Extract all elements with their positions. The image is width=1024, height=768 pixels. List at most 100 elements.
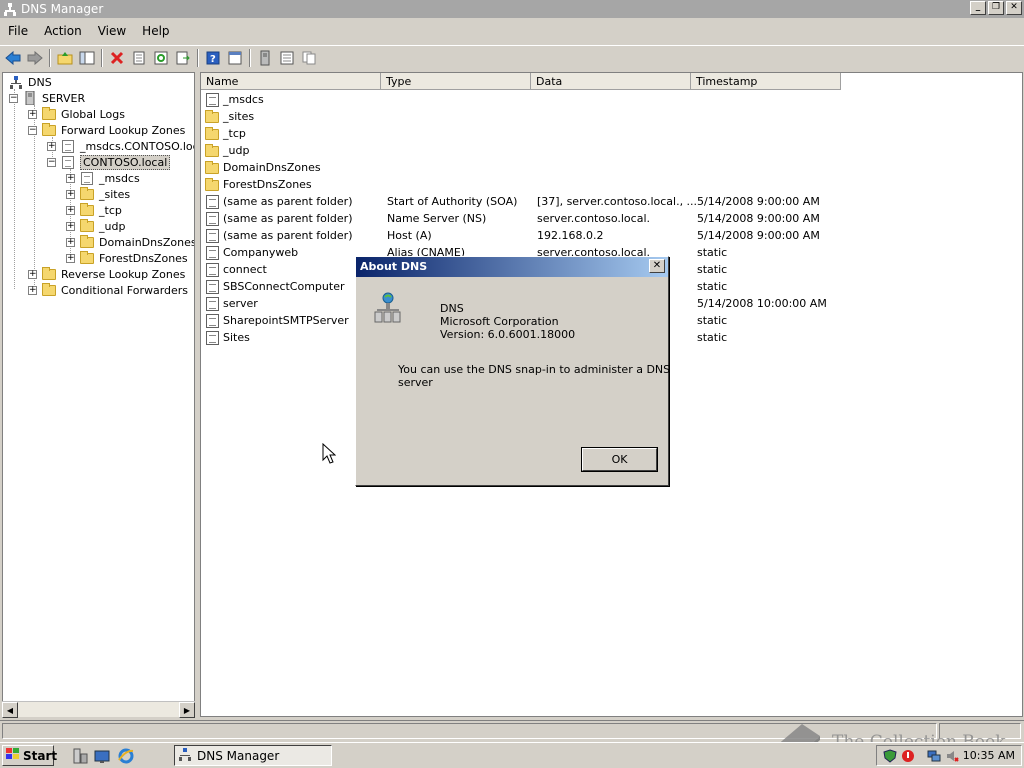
- expand-icon[interactable]: +: [28, 269, 37, 279]
- refresh-icon[interactable]: [150, 47, 172, 69]
- tree-label: _udp: [99, 219, 126, 233]
- server-manager-icon[interactable]: [72, 748, 88, 764]
- list-item[interactable]: _msdcs: [201, 91, 1022, 108]
- list-item[interactable]: ForestDnsZones: [201, 176, 1022, 193]
- tree-node-msdcs-zone[interactable]: + _msdcs.CONTOSO.local: [47, 138, 194, 154]
- tree-label: _msdcs: [99, 171, 140, 185]
- taskbar-dns-manager[interactable]: DNS Manager: [174, 745, 332, 766]
- collapse-icon[interactable]: −: [28, 125, 37, 135]
- list-item[interactable]: (same as parent folder) Start of Authorit…: [201, 193, 1022, 210]
- cell-timestamp: static: [697, 246, 728, 259]
- cell-name: Sites: [223, 331, 250, 344]
- tree-node-forestdnszones[interactable]: + ForestDnsZones: [66, 250, 188, 266]
- security-shield-icon[interactable]: [883, 749, 897, 766]
- tree-node-reverse-zones[interactable]: + Reverse Lookup Zones: [28, 266, 185, 282]
- start-label: Start: [23, 748, 58, 763]
- clock[interactable]: 10:35 AM: [963, 749, 1015, 762]
- column-header-type[interactable]: Type: [381, 73, 531, 90]
- minimize-button[interactable]: _: [970, 1, 986, 15]
- list-item[interactable]: (same as parent folder) Name Server (NS) s…: [201, 210, 1022, 227]
- column-header-data[interactable]: Data: [531, 73, 691, 90]
- list-view-icon[interactable]: [276, 47, 298, 69]
- show-hide-tree-icon[interactable]: [76, 47, 98, 69]
- tree-node-msdcs[interactable]: + _msdcs: [66, 170, 140, 186]
- cell-name: _msdcs: [223, 93, 264, 106]
- svg-text:?: ?: [210, 54, 216, 65]
- restore-button[interactable]: ❐: [988, 1, 1004, 15]
- expand-icon[interactable]: +: [28, 285, 37, 295]
- cell-timestamp: 5/14/2008 9:00:00 AM: [697, 195, 820, 208]
- menu-action[interactable]: Action: [36, 22, 90, 42]
- tree-node-conditional-forwarders[interactable]: + Conditional Forwarders: [28, 282, 188, 298]
- server-icon[interactable]: [254, 47, 276, 69]
- cell-timestamp: static: [697, 280, 728, 293]
- cell-name: (same as parent folder): [223, 195, 353, 208]
- cell-name: SBSConnectComputer: [223, 280, 345, 293]
- list-item[interactable]: _udp: [201, 142, 1022, 159]
- cell-timestamp: 5/14/2008 9:00:00 AM: [697, 212, 820, 225]
- cell-data: [37], server.contoso.local., ...: [537, 195, 698, 208]
- column-header-name[interactable]: Name: [201, 73, 381, 90]
- help-icon[interactable]: ?: [202, 47, 224, 69]
- column-header-timestamp[interactable]: Timestamp: [691, 73, 841, 90]
- taskbar-dns-manager-label: DNS Manager: [197, 748, 280, 763]
- tree-node-server[interactable]: − SERVER: [9, 90, 85, 106]
- close-button[interactable]: ✕: [1006, 1, 1022, 15]
- show-desktop-icon[interactable]: [94, 748, 110, 764]
- scroll-left-icon[interactable]: ◀: [2, 702, 18, 718]
- folder-icon: [41, 122, 57, 137]
- scroll-right-icon[interactable]: ▶: [179, 702, 195, 718]
- expand-icon[interactable]: +: [66, 221, 75, 231]
- list-item[interactable]: _tcp: [201, 125, 1022, 142]
- expand-icon[interactable]: +: [66, 173, 75, 183]
- expand-icon[interactable]: +: [66, 205, 75, 215]
- collapse-icon[interactable]: −: [9, 93, 18, 103]
- menu-help[interactable]: Help: [134, 22, 177, 42]
- copy-icon[interactable]: [298, 47, 320, 69]
- delete-icon[interactable]: [106, 47, 128, 69]
- properties-icon[interactable]: [128, 47, 150, 69]
- volume-icon[interactable]: [945, 749, 959, 766]
- zone-icon: [60, 139, 76, 153]
- collapse-icon[interactable]: −: [47, 157, 56, 167]
- tree-node-domaindnszones[interactable]: + DomainDnsZones: [66, 234, 194, 250]
- tree-node-contoso-zone[interactable]: − CONTOSO.local: [47, 154, 171, 170]
- expand-icon[interactable]: +: [28, 109, 37, 119]
- record-icon: [206, 263, 219, 277]
- folder-icon: [205, 178, 219, 191]
- start-button[interactable]: Start: [2, 745, 58, 766]
- dialog-title: About DNS: [360, 260, 428, 273]
- list-item[interactable]: _sites: [201, 108, 1022, 125]
- mmc-window-icon[interactable]: [224, 47, 246, 69]
- list-item[interactable]: DomainDnsZones: [201, 159, 1022, 176]
- record-icon: [206, 195, 219, 209]
- list-item[interactable]: (same as parent folder) Host (A) 192.168.0…: [201, 227, 1022, 244]
- back-icon[interactable]: [2, 47, 24, 69]
- tree-node-udp[interactable]: + _udp: [66, 218, 125, 234]
- expand-icon[interactable]: +: [66, 189, 75, 199]
- tree-label: ForestDnsZones: [99, 251, 188, 265]
- network-icon[interactable]: [927, 749, 941, 766]
- menu-view[interactable]: View: [90, 22, 134, 42]
- tree-node-global-logs[interactable]: + Global Logs: [28, 106, 125, 122]
- tree-node-forward-zones[interactable]: − Forward Lookup Zones: [28, 122, 185, 138]
- export-list-icon[interactable]: [172, 47, 194, 69]
- internet-explorer-icon[interactable]: [118, 748, 134, 764]
- dialog-close-button[interactable]: ✕: [649, 259, 665, 273]
- tree-node-dns[interactable]: DNS: [8, 74, 52, 90]
- tree-node-sites[interactable]: + _sites: [66, 186, 130, 202]
- windows-logo-icon: [6, 748, 20, 763]
- up-folder-icon[interactable]: [54, 47, 76, 69]
- tree-horizontal-scrollbar[interactable]: ◀ ▶: [2, 701, 195, 718]
- tree-node-tcp[interactable]: + _tcp: [66, 202, 122, 218]
- forward-icon[interactable]: [24, 47, 46, 69]
- menu-file[interactable]: File: [0, 22, 36, 42]
- tree-label-dns: DNS: [28, 75, 52, 89]
- ok-button[interactable]: OK: [581, 447, 658, 472]
- expand-icon[interactable]: +: [66, 253, 75, 263]
- alert-icon[interactable]: [901, 749, 915, 766]
- cell-name: _sites: [223, 110, 255, 123]
- expand-icon[interactable]: +: [47, 141, 56, 151]
- folder-icon: [79, 234, 95, 249]
- expand-icon[interactable]: +: [66, 237, 75, 247]
